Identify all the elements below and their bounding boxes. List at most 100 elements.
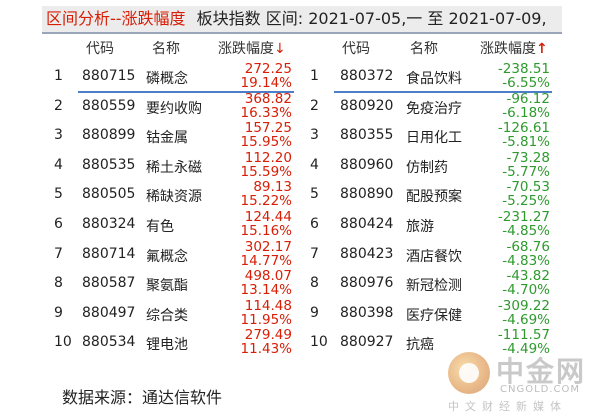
header-code[interactable]: 代码	[86, 38, 114, 58]
header-change-label: 涨跌幅度	[218, 41, 274, 57]
row-rank: 8	[54, 275, 63, 292]
row-code: 880714	[82, 245, 136, 262]
row-percent: 13.14%	[240, 282, 292, 299]
table-row[interactable]: 1 880715 磷概念 272.25 19.14%	[50, 61, 298, 93]
row-points: 498.07	[244, 268, 292, 285]
row-code: 880424	[340, 215, 394, 232]
row-name: 综合类	[146, 307, 188, 324]
watermark-domain: CNGOLD.COM	[500, 384, 581, 395]
row-rank: 6	[54, 215, 63, 232]
row-name: 要约收购	[146, 100, 202, 117]
row-percent: -6.18%	[502, 104, 550, 121]
row-code: 880960	[340, 156, 394, 173]
row-points: -70.53	[506, 179, 550, 196]
row-rank: 5	[310, 186, 319, 203]
header-change[interactable]: 涨跌幅度↑	[480, 38, 548, 58]
row-name: 旅游	[406, 218, 434, 235]
table-row[interactable]: 3 880899 钴金属 157.25 15.95%	[50, 121, 298, 151]
row-percent: -4.83%	[502, 252, 550, 269]
row-rank: 7	[310, 245, 319, 262]
row-rank: 2	[54, 97, 63, 114]
table-row[interactable]: 7 880423 酒店餐饮 -68.76 -4.83%	[306, 240, 556, 270]
row-name: 有色	[146, 218, 174, 235]
row-points: -309.22	[497, 297, 550, 314]
header-change[interactable]: 涨跌幅度↓	[218, 38, 286, 58]
row-points: 302.17	[244, 238, 292, 255]
table-row[interactable]: 5 880890 配股预案 -70.53 -5.25%	[306, 180, 556, 210]
table-row[interactable]: 6 880424 旅游 -231.27 -4.85%	[306, 210, 556, 240]
row-name: 聚氨酯	[146, 278, 188, 295]
row-name: 新冠检测	[406, 278, 462, 295]
row-name: 抗癌	[406, 337, 434, 354]
table-row[interactable]: 9 880497 综合类 114.48 11.95%	[50, 299, 298, 329]
row-percent: -4.85%	[502, 222, 550, 239]
row-percent: 14.77%	[240, 252, 292, 269]
row-rank: 1	[54, 68, 63, 84]
row-code: 880355	[340, 127, 394, 144]
sort-up-icon: ↑	[536, 41, 548, 57]
table-header: 代码 名称 涨跌幅度↓	[50, 34, 298, 62]
row-rank: 4	[310, 156, 319, 173]
row-rank: 3	[54, 127, 63, 144]
table-row[interactable]: 4 880535 稀土永磁 112.20 15.59%	[50, 151, 298, 181]
title-analysis: 区间分析--涨跌幅度	[46, 9, 186, 28]
losers-table: 代码 名称 涨跌幅度↑ 1 880372 食品饮料 -238.51 -6.55% 2 880…	[306, 34, 556, 358]
table-row[interactable]: 7 880714 氟概念 302.17 14.77%	[50, 240, 298, 270]
row-points: -111.57	[497, 327, 550, 344]
data-source-note: 数据来源：通达信软件	[62, 388, 223, 407]
header-name[interactable]: 名称	[410, 38, 438, 58]
row-points: -238.51	[497, 61, 550, 77]
watermark-tagline: 中文财经新媒体	[448, 400, 567, 413]
row-percent: 19.14%	[240, 75, 292, 91]
row-points: -231.27	[497, 208, 550, 225]
row-points: 124.44	[244, 208, 292, 225]
row-code: 880505	[82, 186, 136, 203]
table-row[interactable]: 3 880355 日用化工 -126.61 -5.81%	[306, 121, 556, 151]
row-name: 稀缺资源	[146, 189, 202, 206]
row-percent: -6.55%	[502, 75, 550, 91]
row-rank: 3	[310, 127, 319, 144]
row-points: 89.13	[253, 179, 292, 196]
table-row[interactable]: 10 880534 锂电池 279.49 11.43%	[50, 328, 298, 358]
row-points: 114.48	[244, 297, 292, 314]
row-rank: 1	[310, 68, 319, 84]
title-bar: 区间分析--涨跌幅度 板块指数 区间: 2021-07-05,一 至 2021-…	[42, 6, 562, 34]
row-points: -96.12	[506, 90, 550, 107]
table-row[interactable]: 5 880505 稀缺资源 89.13 15.22%	[50, 180, 298, 210]
row-code: 880927	[340, 334, 394, 351]
row-code: 880423	[340, 245, 394, 262]
table-row[interactable]: 1 880372 食品饮料 -238.51 -6.55%	[306, 61, 556, 93]
row-points: -73.28	[506, 149, 550, 166]
row-rank: 9	[54, 304, 63, 321]
title-range: 板块指数 区间: 2021-07-05,一 至 2021-07-09,	[196, 9, 547, 28]
header-code[interactable]: 代码	[342, 38, 370, 58]
table-row[interactable]: 8 880587 聚氨酯 498.07 13.14%	[50, 269, 298, 299]
table-row[interactable]: 9 880398 医疗保健 -309.22 -4.69%	[306, 299, 556, 329]
header-name[interactable]: 名称	[152, 38, 180, 58]
row-points: 279.49	[244, 327, 292, 344]
row-rank: 4	[54, 156, 63, 173]
table-row[interactable]: 6 880324 有色 124.44 15.16%	[50, 210, 298, 240]
row-points: -43.82	[506, 268, 550, 285]
table-row[interactable]: 2 880559 要约收购 368.82 16.33%	[50, 92, 298, 122]
table-row[interactable]: 8 880976 新冠检测 -43.82 -4.70%	[306, 269, 556, 299]
coin-logo-icon	[448, 352, 490, 394]
row-points: -126.61	[497, 120, 550, 137]
row-code: 880372	[340, 68, 394, 84]
table-row[interactable]: 4 880960 仿制药 -73.28 -5.77%	[306, 151, 556, 181]
row-rank: 5	[54, 186, 63, 203]
row-points: 368.82	[244, 90, 292, 107]
row-code: 880715	[82, 68, 136, 84]
row-points: 272.25	[244, 61, 292, 77]
row-name: 医疗保健	[406, 307, 462, 324]
row-name: 配股预案	[406, 189, 462, 206]
row-percent: -5.81%	[502, 134, 550, 151]
row-percent: 15.22%	[240, 193, 292, 210]
row-percent: -4.69%	[502, 311, 550, 328]
row-name: 酒店餐饮	[406, 248, 462, 265]
table-row[interactable]: 2 880920 免疫治疗 -96.12 -6.18%	[306, 92, 556, 122]
row-code: 880398	[340, 304, 394, 321]
row-percent: 15.95%	[240, 134, 292, 151]
row-code: 880497	[82, 304, 136, 321]
row-name: 氟概念	[146, 248, 188, 265]
